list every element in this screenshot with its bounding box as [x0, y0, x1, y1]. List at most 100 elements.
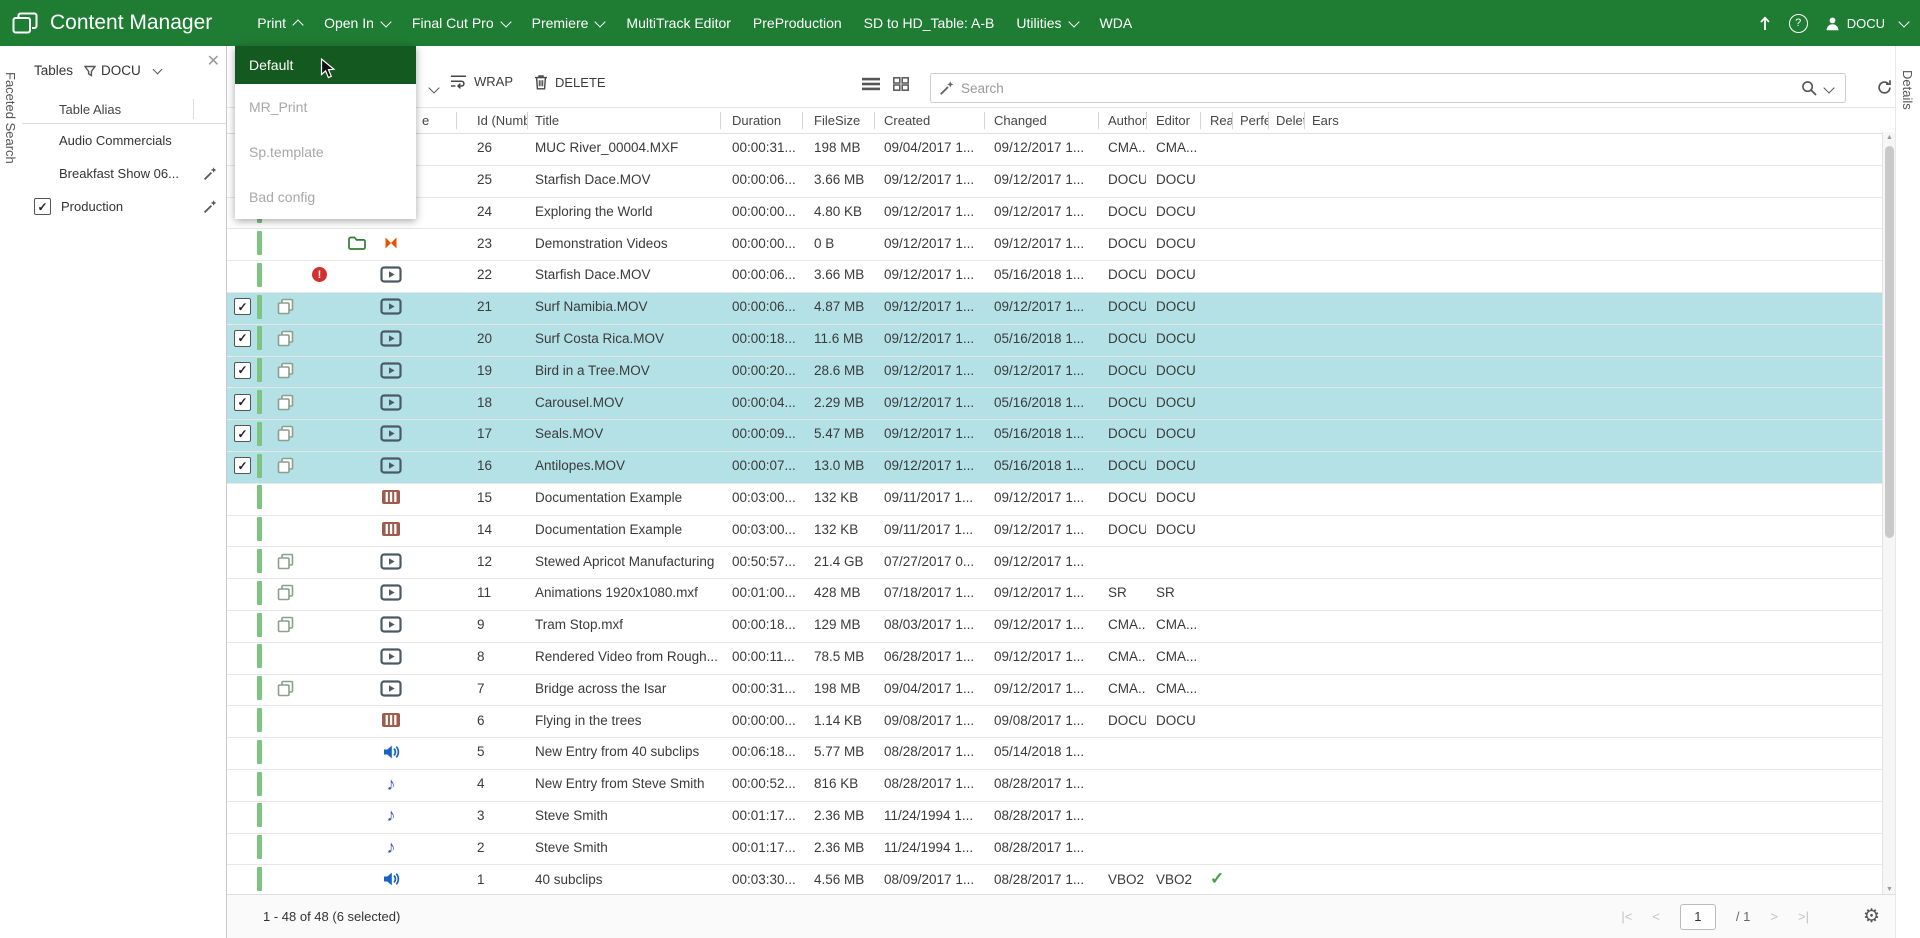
col-id[interactable]: Id (Numb	[456, 108, 527, 133]
help-icon[interactable]: ?	[1789, 14, 1808, 33]
table-row[interactable]: ✓20Surf Costa Rica.MOV00:00:18...11.6 MB…	[226, 325, 1882, 357]
delete-button[interactable]: DELETE	[534, 74, 606, 90]
table-row[interactable]: ✓17Seals.MOV00:00:09...5.47 MB09/12/2017…	[226, 420, 1882, 452]
table-row[interactable]: 12Stewed Apricot Manufacturing00:50:57..…	[226, 547, 1882, 579]
table-checkbox[interactable]: ✓	[34, 198, 51, 215]
search-icon[interactable]	[1801, 80, 1817, 96]
row-checkbox-cell[interactable]: ✓	[226, 452, 252, 479]
print-menu-item-default[interactable]: Default	[235, 46, 416, 84]
table-row[interactable]: ♪2Steve Smith00:01:17...2.36 MB11/24/199…	[226, 834, 1882, 866]
wrap-button[interactable]: WRAP	[450, 74, 513, 89]
print-menu-item-mr-print[interactable]: MR_Print	[235, 84, 416, 129]
table-row[interactable]: 6Flying in the trees00:00:00...1.14 KB09…	[226, 706, 1882, 738]
search-input[interactable]	[955, 81, 1801, 96]
table-row[interactable]: 15Documentation Example00:03:00...132 KB…	[226, 484, 1882, 516]
table-row[interactable]: ✓18Carousel.MOV00:00:04...2.29 MB09/12/2…	[226, 388, 1882, 420]
table-row[interactable]: 9Tram Stop.mxf00:00:18...129 MB08/03/201…	[226, 611, 1882, 643]
row-checkbox-cell[interactable]	[226, 579, 252, 606]
prev-page-icon[interactable]: <	[1652, 909, 1660, 924]
menu-final-cut-pro[interactable]: Final Cut Pro	[401, 0, 521, 46]
col-del[interactable]: Delet	[1268, 108, 1304, 133]
user-menu[interactable]: DOCU	[1825, 16, 1908, 31]
saved-search-icon[interactable]	[939, 80, 955, 96]
table-row[interactable]: 26MUC River_00004.MXF00:00:31...198 MB09…	[226, 134, 1882, 166]
col-created[interactable]: Created	[874, 108, 984, 133]
menu-print[interactable]: Print	[246, 0, 313, 46]
row-checkbox-cell[interactable]	[226, 865, 252, 892]
row-checkbox-cell[interactable]	[226, 802, 252, 829]
menu-wda[interactable]: WDA	[1089, 0, 1144, 46]
menu-preproduction[interactable]: PreProduction	[742, 0, 853, 46]
table-row[interactable]: 8Rendered Video from Rough...00:00:11...…	[226, 643, 1882, 675]
row-checkbox-cell[interactable]	[226, 770, 252, 797]
table-row[interactable]: 24Exploring the World00:00:00...4.80 KB0…	[226, 198, 1882, 230]
sidebar-item-breakfast-show-06[interactable]: Breakfast Show 06...	[22, 157, 226, 190]
row-checkbox-cell[interactable]: ✓	[226, 357, 252, 384]
row-checkbox-cell[interactable]	[226, 675, 252, 702]
row-checkbox-cell[interactable]	[226, 229, 252, 256]
table-row[interactable]: 5New Entry from 40 subclips00:06:18...5.…	[226, 738, 1882, 770]
row-checkbox-cell[interactable]	[226, 643, 252, 670]
row-checkbox-cell[interactable]	[226, 611, 252, 638]
last-page-icon[interactable]: >|	[1798, 909, 1809, 924]
col-editor[interactable]: Editor	[1146, 108, 1200, 133]
print-menu-item-sp-template[interactable]: Sp.template	[235, 129, 416, 174]
table-row[interactable]: 11Animations 1920x1080.mxf00:01:00...428…	[226, 579, 1882, 611]
col-title[interactable]: Title	[527, 108, 720, 133]
table-row[interactable]: !22Starfish Dace.MOV00:00:06...3.66 MB09…	[226, 261, 1882, 293]
row-checkbox-cell[interactable]	[226, 738, 252, 765]
table-row[interactable]: ✓19Bird in a Tree.MOV00:00:20...28.6 MB0…	[226, 357, 1882, 389]
table-row[interactable]: 14Documentation Example00:03:00...132 KB…	[226, 516, 1882, 548]
row-checkbox-cell[interactable]	[226, 261, 252, 288]
menu-premiere[interactable]: Premiere	[521, 0, 616, 46]
menu-open-in[interactable]: Open In	[313, 0, 401, 46]
row-checkbox[interactable]: ✓	[234, 362, 251, 379]
col-author[interactable]: Author	[1098, 108, 1146, 133]
col-duration[interactable]: Duration	[720, 108, 802, 133]
table-row[interactable]: ♪4New Entry from Steve Smith00:00:52...8…	[226, 770, 1882, 802]
table-row[interactable]: 7Bridge across the Isar00:00:31...198 MB…	[226, 675, 1882, 707]
next-page-icon[interactable]: >	[1770, 909, 1778, 924]
table-row[interactable]: ✓21Surf Namibia.MOV00:00:06...4.87 MB09/…	[226, 293, 1882, 325]
col-perf[interactable]: Perfe	[1232, 108, 1268, 133]
row-checkbox[interactable]: ✓	[234, 298, 251, 315]
hidden-button-chevron-icon[interactable]	[422, 79, 438, 97]
row-checkbox[interactable]: ✓	[234, 425, 251, 442]
table-row[interactable]: 140 subclips00:03:30...4.56 MB08/09/2017…	[226, 865, 1882, 897]
table-row[interactable]: 25Starfish Dace.MOV00:00:06...3.66 MB09/…	[226, 166, 1882, 198]
page-number-input[interactable]: 1	[1680, 904, 1716, 930]
table-row[interactable]: ♪3Steve Smith00:01:17...2.36 MB11/24/199…	[226, 802, 1882, 834]
print-menu-item-bad-config[interactable]: Bad config	[235, 174, 416, 219]
col-read[interactable]: Read	[1200, 108, 1232, 133]
export-icon[interactable]	[1758, 15, 1772, 31]
row-checkbox-cell[interactable]	[226, 547, 252, 574]
sidebar-item-audio-commercials[interactable]: Audio Commercials	[22, 124, 226, 157]
table-filter-dropdown[interactable]: DOCU	[84, 63, 161, 78]
sidebar-item-production[interactable]: ✓Production	[22, 190, 226, 223]
row-checkbox-cell[interactable]: ✓	[226, 420, 252, 447]
table-row[interactable]: ✓16Antilopes.MOV00:00:07...13.0 MB09/12/…	[226, 452, 1882, 484]
settings-gear-icon[interactable]: ⚙	[1863, 905, 1880, 928]
row-checkbox-cell[interactable]: ✓	[226, 388, 252, 415]
row-checkbox-cell[interactable]: ✓	[226, 325, 252, 352]
list-view-icon[interactable]	[862, 77, 880, 91]
row-checkbox-cell[interactable]	[226, 484, 252, 511]
refresh-icon[interactable]	[1876, 79, 1893, 96]
close-icon[interactable]: ✕	[207, 51, 220, 71]
menu-utilities[interactable]: Utilities	[1005, 0, 1088, 46]
row-checkbox[interactable]: ✓	[234, 457, 251, 474]
grid-view-icon[interactable]	[893, 77, 909, 91]
row-checkbox[interactable]: ✓	[234, 394, 251, 411]
col-filesize[interactable]: FileSize	[802, 108, 874, 133]
vertical-scrollbar[interactable]: ▲ ▼	[1882, 132, 1896, 895]
table-row[interactable]: 23Demonstration Videos00:00:00...0 B09/1…	[226, 229, 1882, 261]
menu-sd-to-hd-table-a-b[interactable]: SD to HD_Table: A-B	[853, 0, 1006, 46]
faceted-search-panel-tab[interactable]: Faceted Search	[0, 46, 23, 938]
first-page-icon[interactable]: |<	[1621, 909, 1632, 924]
row-checkbox-cell[interactable]	[226, 516, 252, 543]
menu-multitrack-editor[interactable]: MultiTrack Editor	[615, 0, 742, 46]
row-checkbox[interactable]: ✓	[234, 330, 251, 347]
col-ears[interactable]: Ears	[1304, 108, 1882, 133]
details-panel-tab[interactable]: Details	[1895, 46, 1920, 938]
row-checkbox-cell[interactable]	[226, 834, 252, 861]
